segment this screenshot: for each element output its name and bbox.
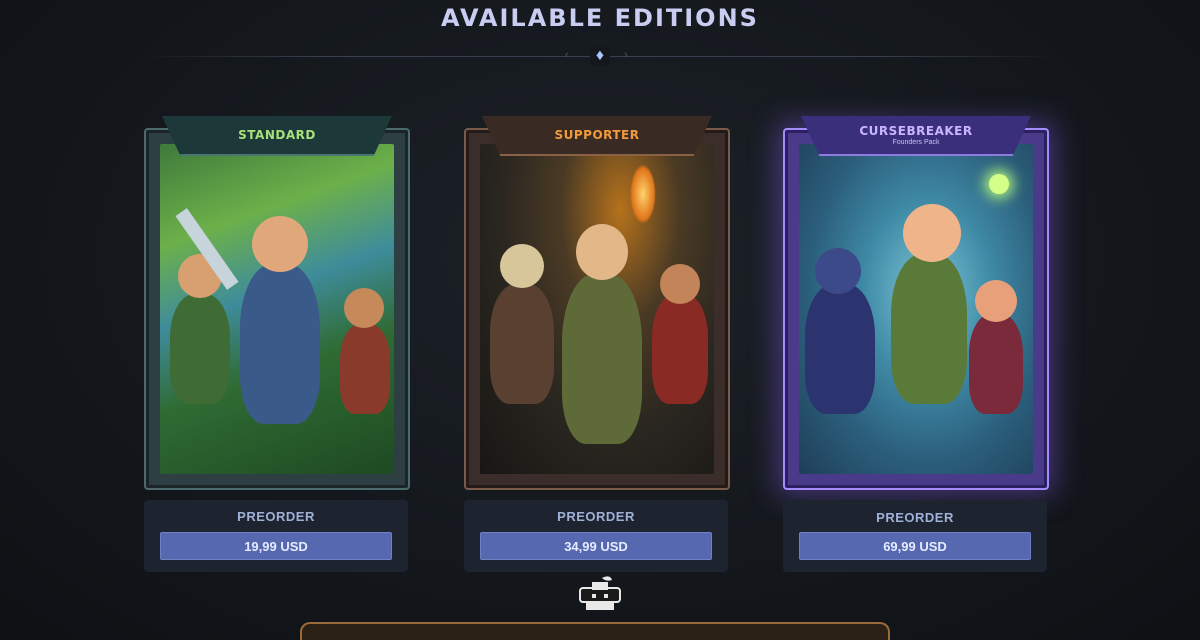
edition-name: STANDARD — [238, 128, 316, 142]
edition-art-frame — [783, 128, 1049, 490]
preorder-panel: PREORDER 19,99 USD — [144, 500, 408, 572]
cursebreaker-edition-artwork — [799, 144, 1033, 474]
cauldron-mascot-icon — [579, 576, 621, 610]
chevron-right-icon: › — [624, 49, 628, 61]
standard-edition-artwork — [160, 144, 394, 474]
preorder-supporter-button[interactable]: 34,99 USD — [480, 532, 712, 560]
chevron-left-icon: ‹ — [565, 49, 569, 61]
preorder-panel: PREORDER 34,99 USD — [464, 500, 728, 572]
supporter-edition-artwork — [480, 144, 714, 474]
page-title: AVAILABLE EDITIONS — [441, 4, 759, 32]
diamond-icon: ♦ — [590, 47, 610, 65]
bottom-panel — [300, 622, 890, 640]
preorder-label: PREORDER — [557, 509, 635, 524]
preorder-standard-button[interactable]: 19,99 USD — [160, 532, 392, 560]
edition-name: CURSEBREAKER — [859, 124, 973, 138]
edition-banner: SUPPORTER — [482, 116, 712, 156]
edition-art-frame — [144, 128, 410, 490]
preorder-panel: PREORDER 69,99 USD — [783, 500, 1047, 572]
edition-name: SUPPORTER — [554, 128, 640, 142]
edition-art-frame — [464, 128, 730, 490]
preorder-label: PREORDER — [876, 510, 954, 525]
preorder-cursebreaker-button[interactable]: 69,99 USD — [799, 532, 1031, 560]
preorder-label: PREORDER — [237, 509, 315, 524]
edition-banner: CURSEBREAKER Founders Pack — [801, 116, 1031, 156]
edition-subtitle: Founders Pack — [892, 139, 940, 146]
edition-banner: STANDARD — [162, 116, 392, 156]
